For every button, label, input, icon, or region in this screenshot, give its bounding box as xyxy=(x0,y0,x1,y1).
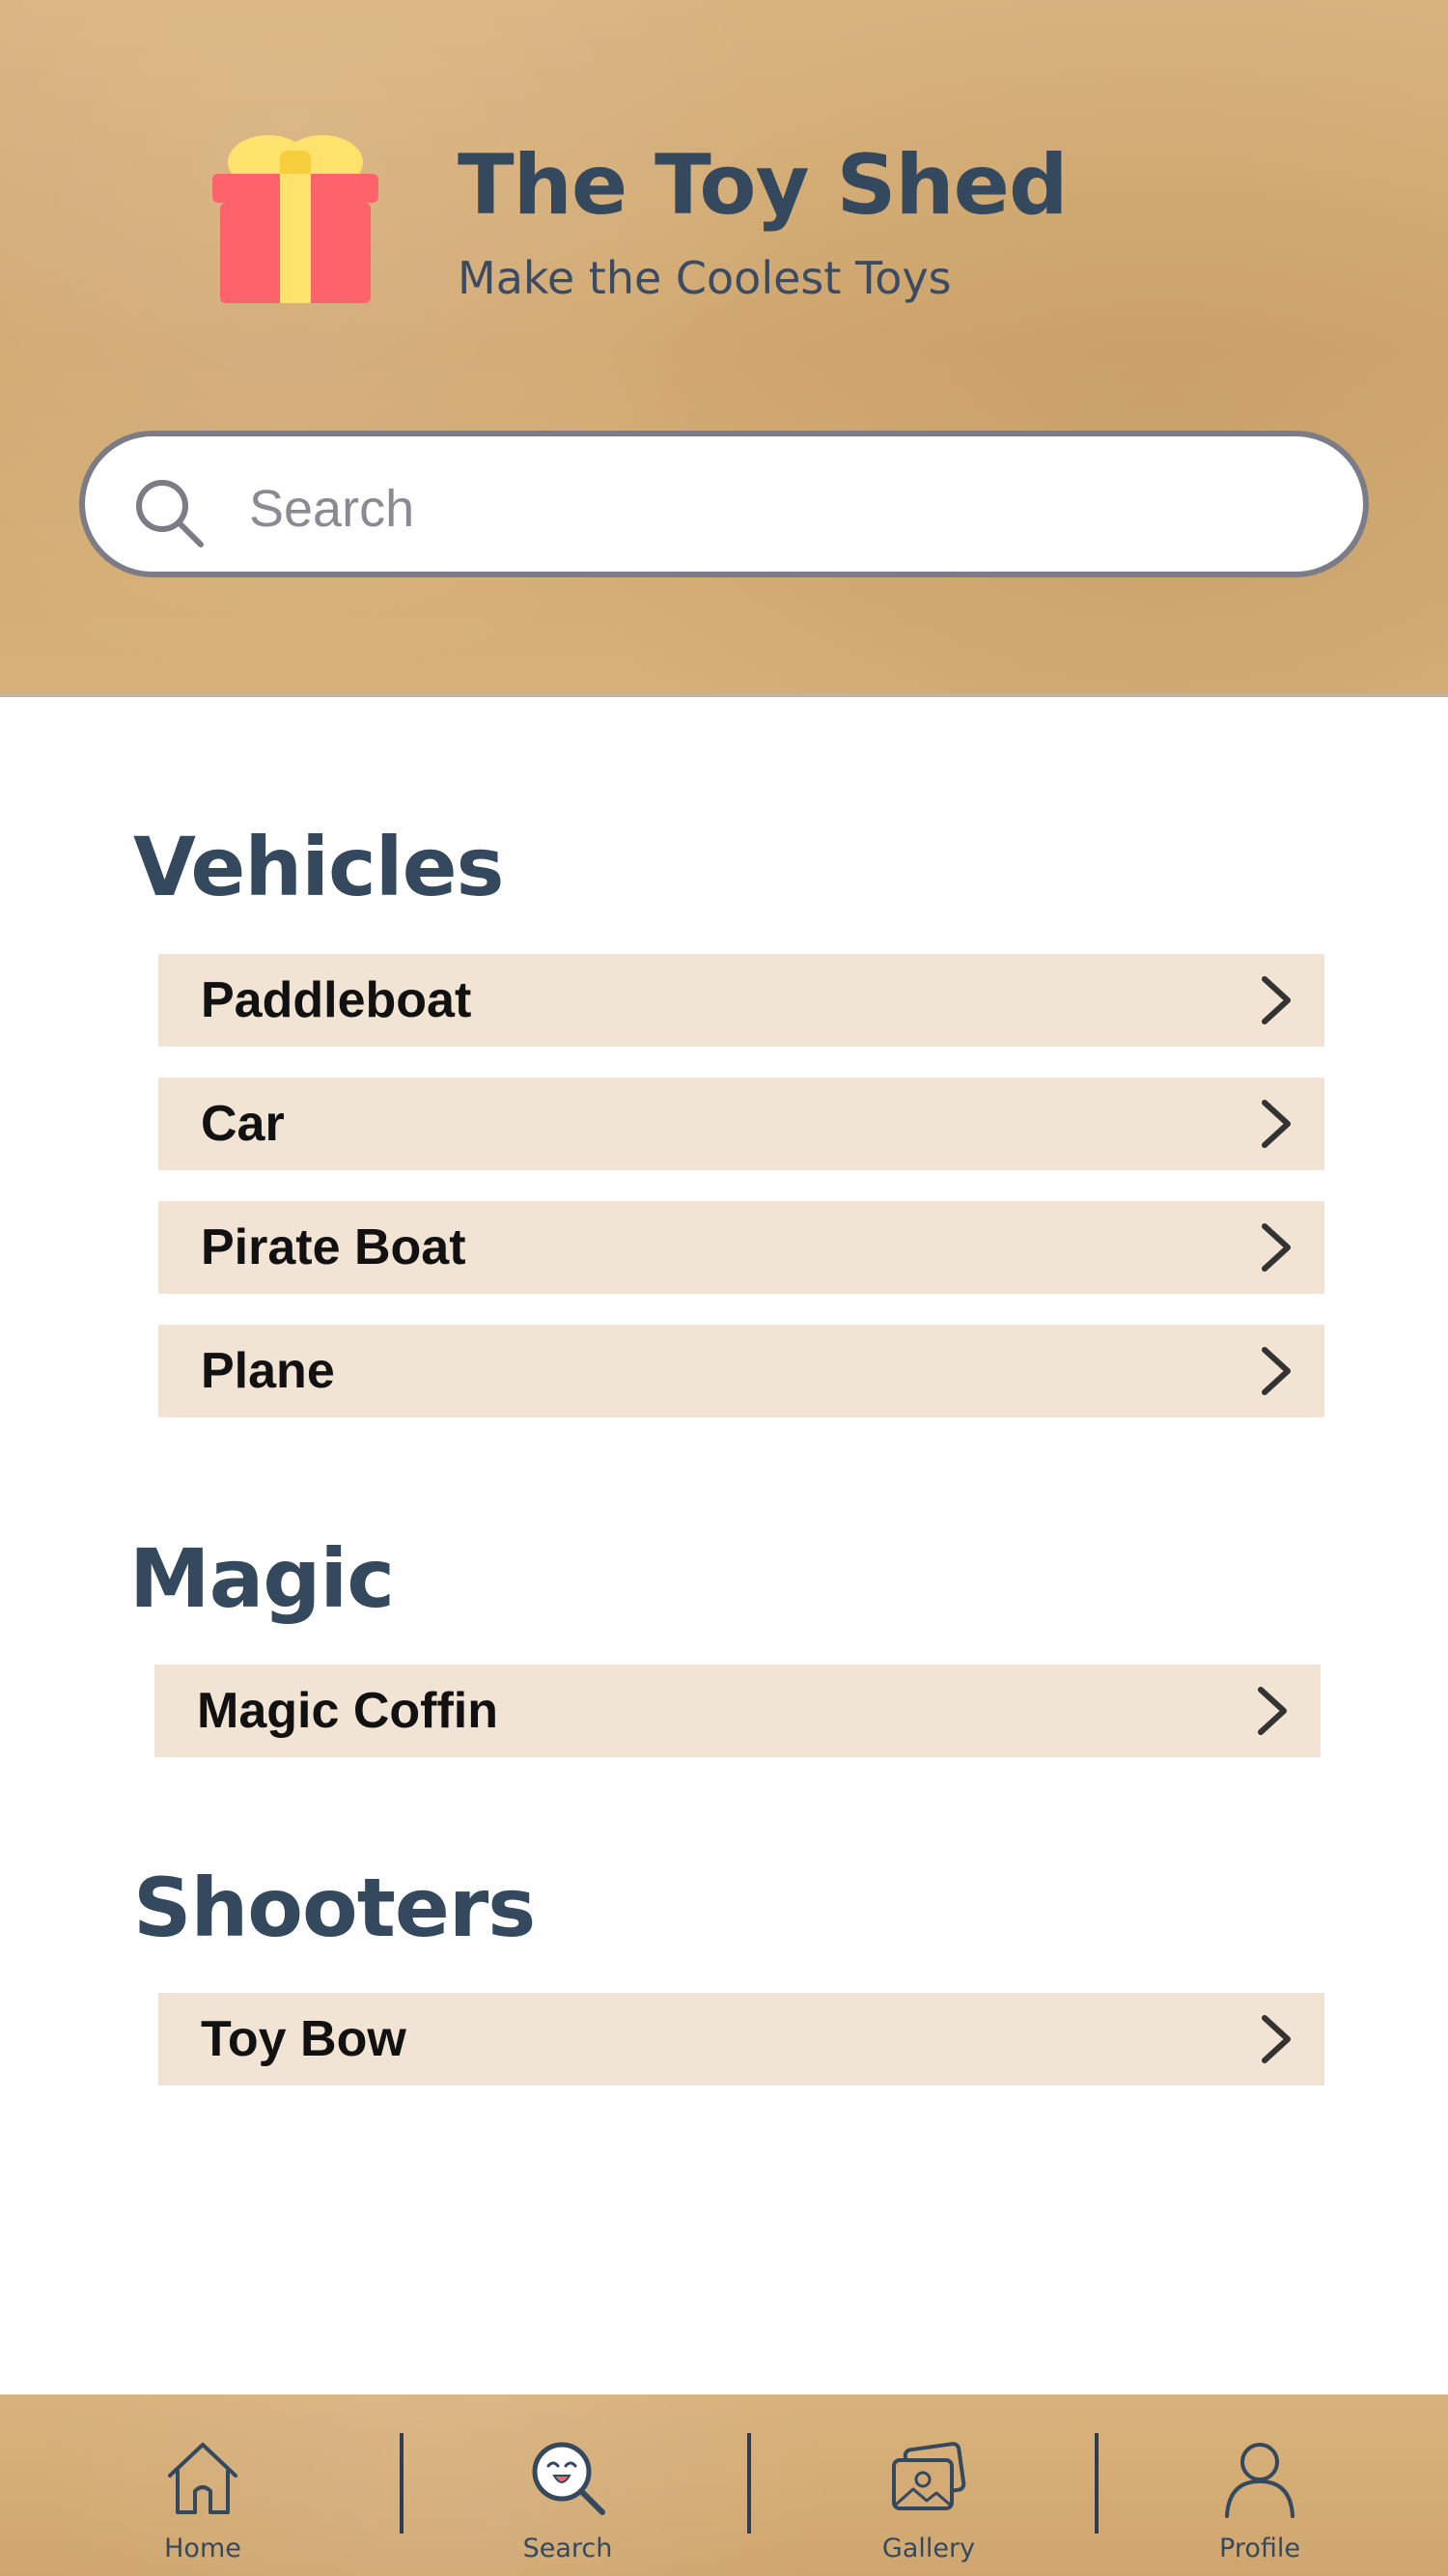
list-item-car[interactable]: Car xyxy=(158,1078,1324,1170)
list-item-label: Pirate Boat xyxy=(201,1219,466,1275)
chevron-right-icon xyxy=(1262,976,1291,1024)
gift-icon xyxy=(212,135,378,303)
nav-search-label: Search xyxy=(522,2534,613,2563)
nav-divider xyxy=(747,2433,751,2534)
list-item-paddleboat[interactable]: Paddleboat xyxy=(158,954,1324,1047)
nav-gallery-label: Gallery xyxy=(881,2534,976,2563)
bottom-nav: Home Search Gallery Profile xyxy=(0,2394,1448,2576)
chevron-right-icon xyxy=(1262,2015,1291,2063)
chevron-right-icon xyxy=(1262,1347,1291,1395)
section-title-shooters: Shooters xyxy=(133,1861,536,1955)
list-item-label: Car xyxy=(201,1096,285,1152)
nav-search[interactable]: Search xyxy=(442,2394,693,2576)
section-title-vehicles: Vehicles xyxy=(133,820,505,914)
home-icon xyxy=(168,2443,237,2514)
list-item-plane[interactable]: Plane xyxy=(158,1325,1324,1417)
list-item-label: Toy Bow xyxy=(201,2011,406,2067)
search-bar[interactable] xyxy=(79,431,1369,577)
chevron-right-icon xyxy=(1262,1100,1291,1148)
chevron-right-icon xyxy=(1258,1687,1287,1735)
list-item-pirate-boat[interactable]: Pirate Boat xyxy=(158,1201,1324,1294)
list-item-toy-bow[interactable]: Toy Bow xyxy=(158,1993,1324,2086)
search-input[interactable] xyxy=(247,460,1332,558)
chevron-right-icon xyxy=(1262,1223,1291,1272)
nav-home[interactable]: Home xyxy=(77,2394,328,2576)
list-item-label: Plane xyxy=(201,1343,335,1399)
list-item-magic-coffin[interactable]: Magic Coffin xyxy=(154,1665,1321,1757)
nav-gallery[interactable]: Gallery xyxy=(803,2394,1054,2576)
profile-icon xyxy=(1225,2443,1295,2518)
nav-profile-label: Profile xyxy=(1219,2534,1300,2563)
app-title: The Toy Shed xyxy=(458,137,1069,234)
app-subtitle: Make the Coolest Toys xyxy=(458,252,952,304)
nav-home-label: Home xyxy=(164,2534,241,2563)
list-item-label: Magic Coffin xyxy=(197,1683,498,1739)
search-icon xyxy=(136,480,204,547)
gallery-icon xyxy=(892,2442,966,2510)
list-item-label: Paddleboat xyxy=(201,972,472,1028)
app-header: The Toy Shed Make the Coolest Toys xyxy=(0,0,1448,697)
nav-divider xyxy=(400,2433,404,2534)
search-face-icon xyxy=(532,2442,605,2515)
section-title-magic: Magic xyxy=(129,1531,395,1626)
nav-divider xyxy=(1095,2433,1099,2534)
nav-profile[interactable]: Profile xyxy=(1134,2394,1385,2576)
